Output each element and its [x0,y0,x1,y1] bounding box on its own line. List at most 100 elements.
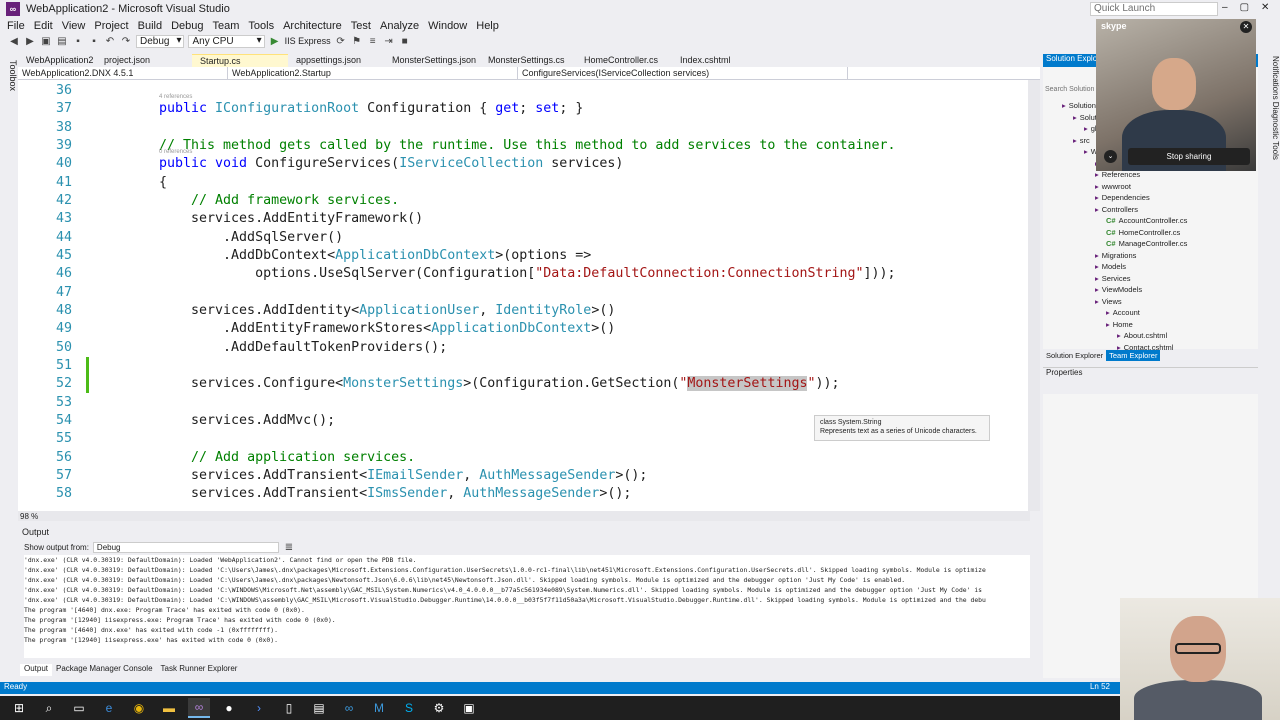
github-icon[interactable]: ● [218,698,240,718]
navigation-bar: WebApplication2.DNX 4.5.1 WebApplication… [18,67,1040,80]
code-editor[interactable]: 36 37 public IConfigurationRoot Configurat… [18,80,1030,511]
tree-item[interactable]: ▸ Account [1106,308,1140,317]
tree-item[interactable]: ▸ Home [1106,320,1133,329]
store-icon[interactable]: ▤ [308,698,330,718]
run-icon[interactable]: ▶ [269,35,281,47]
tree-item[interactable]: C# ManageController.cs [1106,239,1187,248]
tree-item[interactable]: ▸ References [1095,170,1140,179]
undo-icon[interactable]: ↶ [104,35,116,47]
open-icon[interactable]: ▤ [56,35,68,47]
menu-debug[interactable]: Debug [168,20,209,32]
comment-icon[interactable]: ≡ [367,35,379,47]
tree-item[interactable]: ▸ Views [1095,297,1122,306]
menu-build[interactable]: Build [135,20,168,32]
tab-project-json[interactable]: project.json [96,54,192,67]
save-icon[interactable]: ▪ [72,35,84,47]
quick-launch-input[interactable]: Quick Launch [1090,2,1218,16]
tree-item[interactable]: ▸ src [1073,136,1090,145]
tooltip-type: class System.String [820,419,882,426]
menu-help[interactable]: Help [473,20,505,32]
codelens-references[interactable]: 4 references [159,94,192,100]
platform-select[interactable]: Any CPU [188,34,265,48]
menu-project[interactable]: Project [91,20,134,32]
tree-item[interactable]: C# AccountController.cs [1106,216,1187,225]
tree-item[interactable]: ▸ About.cshtml [1117,331,1167,340]
tree-item[interactable]: ▸ Models [1095,262,1126,271]
minimize-icon[interactable]: – [1222,2,1228,13]
menu-test[interactable]: Test [348,20,377,32]
save-all-icon[interactable]: ▪ [88,35,100,47]
zoom-level[interactable]: 98 % [20,512,38,521]
powershell-icon[interactable]: › [248,698,270,718]
editor-horizontal-scrollbar[interactable] [18,511,1030,521]
tree-item[interactable]: ▸ Controllers [1095,205,1138,214]
tree-item[interactable]: C# HomeController.cs [1106,228,1180,237]
terminal-icon[interactable]: ▣ [458,698,480,718]
menu-edit[interactable]: Edit [31,20,59,32]
output-tab-task-runner-explorer[interactable]: Task Runner Explorer [157,664,242,676]
vs-code-icon[interactable]: ∞ [338,698,360,718]
edge-icon[interactable]: e [98,698,120,718]
run-target-button[interactable]: IIS Express [285,36,331,46]
search-icon[interactable]: ⌕ [38,698,60,718]
menu-analyze[interactable]: Analyze [377,20,425,32]
indent-icon[interactable]: ⇥ [383,35,395,47]
tab-monstersettings-cs[interactable]: MonsterSettings.cs [480,54,576,67]
clear-all-icon[interactable]: ≣ [283,541,295,553]
output-tab-output[interactable]: Output [20,664,53,676]
configuration-select[interactable]: Debug [136,34,185,48]
forward-icon[interactable]: ▶ [24,35,36,47]
member-dropdown[interactable]: ConfigureServices(IServiceCollection ser… [518,67,848,79]
menu-file[interactable]: File [4,20,31,32]
project-dropdown[interactable]: WebApplication2.DNX 4.5.1 [18,67,228,79]
chrome-icon[interactable]: ◉ [128,698,150,718]
menu-window[interactable]: Window [425,20,473,32]
tab-monstersettings-json[interactable]: MonsterSettings.json [384,54,480,67]
new-project-icon[interactable]: ▣ [40,35,52,47]
tab-index-cshtml[interactable]: Index.cshtml [672,54,768,67]
tree-item[interactable]: ▸ ViewModels [1095,285,1142,294]
right-tool-tabs[interactable]: Notifications Diagnostic Tools [1260,54,1280,514]
class-dropdown[interactable]: WebApplication2.Startup [228,67,518,79]
breakpoint-icon[interactable]: ■ [399,35,411,47]
back-icon[interactable]: ◀ [8,35,20,47]
close-icon[interactable]: ✕ [1261,2,1269,13]
stop-sharing-button[interactable]: Stop sharing [1128,148,1250,165]
menu-architecture[interactable]: Architecture [280,20,348,32]
visual-studio-icon[interactable]: ∞ [188,698,210,718]
bookmark-icon[interactable]: ⚑ [351,35,363,47]
close-icon[interactable]: ✕ [1240,21,1252,33]
tree-item[interactable]: ▸ Services [1095,274,1131,283]
mp-icon[interactable]: M [368,698,390,718]
redo-icon[interactable]: ↷ [120,35,132,47]
toolbox-tab[interactable]: Toolbox [4,54,18,524]
menu-view[interactable]: View [59,20,92,32]
codelens-references[interactable]: 0 references [159,149,192,155]
editor-vertical-scrollbar[interactable] [1028,80,1040,511]
tree-item[interactable]: ▸ Migrations [1095,251,1136,260]
output-source-select[interactable]: Debug [92,541,279,553]
maximize-icon[interactable]: ▢ [1240,2,1249,13]
code-token: // This method gets called by the runtim… [159,137,896,153]
settings-icon[interactable]: ⚙ [428,698,450,718]
se-tab-team-explorer[interactable]: Team Explorer [1106,350,1161,361]
tab-appsettings-json[interactable]: appsettings.json [288,54,384,67]
code-token: services.AddTransient< [159,467,368,483]
chevron-down-icon[interactable]: ⌄ [1104,150,1117,163]
se-tab-solution-explorer[interactable]: Solution Explorer [1043,350,1106,361]
menu-team[interactable]: Team [210,20,246,32]
output-log[interactable]: 'dnx.exe' (CLR v4.0.30319: DefaultDomain… [24,555,1030,658]
tree-item[interactable]: ▸ wwwroot [1095,182,1131,191]
menu-tools[interactable]: Tools [245,20,280,32]
output-tab-package-manager-console[interactable]: Package Manager Console [52,664,157,676]
skype-icon[interactable]: S [398,698,420,718]
tree-item[interactable]: ▸ Dependencies [1095,193,1150,202]
tab-homecontroller-cs[interactable]: HomeController.cs [576,54,672,67]
tab-webapplication2[interactable]: WebApplication2 [18,54,96,67]
file-explorer-icon[interactable]: ▬ [158,698,180,718]
windows-start-icon[interactable]: ⊞ [8,698,30,718]
task-view-icon[interactable]: ▭ [68,698,90,718]
document-icon[interactable]: ▯ [278,698,300,718]
refresh-icon[interactable]: ⟳ [335,35,347,47]
tab-startup-cs[interactable]: Startup.cs [192,54,288,67]
